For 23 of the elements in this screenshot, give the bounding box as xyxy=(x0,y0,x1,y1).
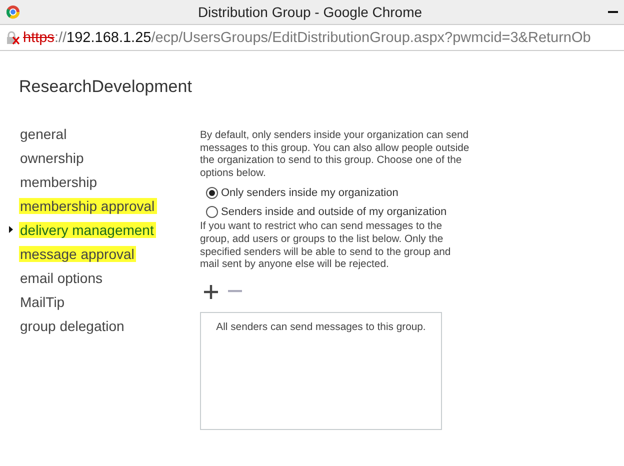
nav-link[interactable]: membership approval xyxy=(19,198,157,214)
plus-icon[interactable] xyxy=(204,284,218,299)
address-bar[interactable]: https://192.168.1.25/ecp/UsersGroups/EditDistributionGroup.aspx?pwmcid=3&ReturnOb xyxy=(0,24,624,51)
nav-link[interactable]: general xyxy=(19,126,69,142)
intro-text: By default, only senders inside your organization can send messages to this group. You can also allow people outside the organization to send to this group. Choose one of the options below. xyxy=(200,130,470,180)
nav-link[interactable]: MailTip xyxy=(19,294,67,310)
page-title: ResearchDevelopment xyxy=(19,77,193,97)
nav-link[interactable]: delivery management xyxy=(19,222,156,238)
senders-list[interactable]: All senders can send messages to this group. xyxy=(200,312,442,430)
nav-link[interactable]: group delegation xyxy=(19,318,126,334)
nav-link[interactable]: ownership xyxy=(19,150,86,166)
nav-link[interactable]: email options xyxy=(19,270,104,286)
restrict-text: If you want to restrict who can send messages to the group, add users or groups to the list below. Only the specified senders will be able to send to the group and mail sent by anyone else will be rejected. xyxy=(200,221,452,272)
nav-link[interactable]: membership xyxy=(19,174,100,190)
browser-logo-icon xyxy=(6,5,20,19)
nav-link[interactable]: message approval xyxy=(19,246,136,262)
url-text: https://192.168.1.25/ecp/UsersGroups/EditDistributionGroup.aspx?pwmcid=3&ReturnOb xyxy=(23,30,591,46)
radio-option[interactable]: Senders inside and outside of my organization xyxy=(206,202,472,222)
caret-icon xyxy=(9,226,13,233)
radio-option[interactable]: Only senders inside my organization xyxy=(206,183,472,202)
window-title: Distribution Group - Google Chrome xyxy=(196,4,424,20)
minimize-icon[interactable] xyxy=(608,11,618,14)
empty-list-text: All senders can send messages to this group. xyxy=(216,322,426,335)
